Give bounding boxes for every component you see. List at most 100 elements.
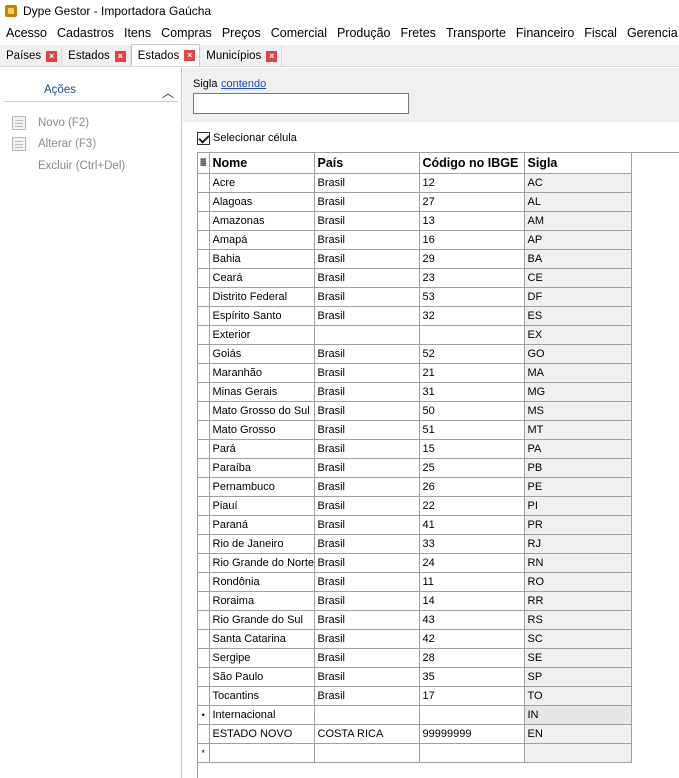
table-cell[interactable]: Espírito Santo [209, 306, 315, 326]
menu-item-0[interactable]: Acesso [0, 26, 52, 40]
table-cell[interactable]: Pará [209, 439, 315, 459]
table-row[interactable]: Espírito Santo Brasil 32 ES [198, 306, 632, 326]
menu-item-4[interactable]: Preços [217, 26, 266, 40]
table-row[interactable]: Santa Catarina Brasil 42 SC [198, 629, 632, 649]
row-indicator[interactable] [198, 534, 210, 554]
table-cell[interactable]: Brasil [314, 667, 420, 687]
table-cell[interactable]: 26 [419, 477, 525, 497]
row-indicator[interactable] [198, 211, 210, 231]
tab-1[interactable]: Estados × [62, 46, 131, 66]
table-row[interactable]: Amazonas Brasil 13 AM [198, 211, 632, 231]
table-cell[interactable]: BA [524, 249, 632, 269]
table-cell[interactable]: PE [524, 477, 632, 497]
chevron-up-icon[interactable]: ︿ [162, 84, 174, 101]
table-cell[interactable]: 42 [419, 629, 525, 649]
table-cell[interactable]: MA [524, 363, 632, 383]
table-cell[interactable]: 16 [419, 230, 525, 250]
table-cell[interactable]: Distrito Federal [209, 287, 315, 307]
table-cell[interactable]: 52 [419, 344, 525, 364]
table-cell[interactable]: 53 [419, 287, 525, 307]
table-cell[interactable]: Brasil [314, 287, 420, 307]
menu-item-7[interactable]: Fretes [396, 26, 441, 40]
table-row[interactable]: Pernambuco Brasil 26 PE [198, 477, 632, 497]
table-cell[interactable]: 27 [419, 192, 525, 212]
close-icon[interactable]: × [266, 50, 278, 62]
table-row[interactable]: ESTADO NOVO COSTA RICA 99999999 EN [198, 724, 632, 744]
close-icon[interactable]: × [46, 50, 58, 62]
table-row[interactable]: Ceará Brasil 23 CE [198, 268, 632, 288]
table-cell[interactable] [524, 743, 632, 763]
table-cell[interactable]: PA [524, 439, 632, 459]
table-row[interactable]: Pará Brasil 15 PA [198, 439, 632, 459]
table-cell[interactable]: Ceará [209, 268, 315, 288]
table-row[interactable]: Piauí Brasil 22 PI [198, 496, 632, 516]
table-cell[interactable]: São Paulo [209, 667, 315, 687]
row-indicator[interactable] [198, 591, 210, 611]
table-row[interactable]: Mato Grosso do Sul Brasil 50 MS [198, 401, 632, 421]
table-cell[interactable]: Rio de Janeiro [209, 534, 315, 554]
table-cell[interactable]: Paraná [209, 515, 315, 535]
row-indicator[interactable] [198, 287, 210, 307]
table-cell[interactable]: 15 [419, 439, 525, 459]
column-header[interactable]: Sigla [524, 153, 632, 174]
table-cell[interactable]: Amapá [209, 230, 315, 250]
table-cell[interactable]: 12 [419, 173, 525, 193]
table-cell[interactable] [209, 743, 315, 763]
menu-item-6[interactable]: Produção [332, 26, 396, 40]
table-cell[interactable]: Minas Gerais [209, 382, 315, 402]
table-row[interactable]: • Internacional IN [198, 705, 632, 725]
select-cell-checkbox[interactable] [197, 131, 210, 145]
column-chooser-icon[interactable]: ≣ [198, 153, 210, 174]
row-indicator[interactable] [198, 610, 210, 630]
edit-button[interactable]: Alterar (F3) [12, 135, 96, 153]
table-row[interactable]: São Paulo Brasil 35 SP [198, 667, 632, 687]
table-row[interactable]: Mato Grosso Brasil 51 MT [198, 420, 632, 440]
table-cell[interactable] [314, 705, 420, 725]
table-cell[interactable]: RO [524, 572, 632, 592]
row-indicator[interactable] [198, 230, 210, 250]
states-grid[interactable]: ≣ Nome País Código no IBGE Sigla Acre Brasil 1… [197, 152, 679, 778]
table-cell[interactable]: CE [524, 268, 632, 288]
table-row[interactable]: Tocantins Brasil 17 TO [198, 686, 632, 706]
table-cell[interactable]: 11 [419, 572, 525, 592]
table-cell[interactable] [314, 325, 420, 345]
menu-item-9[interactable]: Financeiro [511, 26, 579, 40]
menu-item-5[interactable]: Comercial [266, 26, 332, 40]
table-cell[interactable]: Brasil [314, 648, 420, 668]
tab-0[interactable]: Países × [0, 46, 63, 66]
table-cell[interactable]: Brasil [314, 382, 420, 402]
row-indicator[interactable] [198, 724, 210, 744]
table-cell[interactable]: 41 [419, 515, 525, 535]
table-cell[interactable]: 35 [419, 667, 525, 687]
table-cell[interactable]: 24 [419, 553, 525, 573]
row-indicator[interactable] [198, 344, 210, 364]
table-cell[interactable]: Brasil [314, 420, 420, 440]
table-row[interactable]: Acre Brasil 12 AC [198, 173, 632, 193]
sigla-filter-input[interactable] [193, 93, 409, 114]
new-button[interactable]: Novo (F2) [12, 114, 89, 132]
table-cell[interactable]: 22 [419, 496, 525, 516]
table-cell[interactable]: Amazonas [209, 211, 315, 231]
tab-3[interactable]: Municípios × [200, 46, 283, 66]
table-cell[interactable]: PB [524, 458, 632, 478]
table-cell[interactable]: Alagoas [209, 192, 315, 212]
table-cell[interactable]: EX [524, 325, 632, 345]
row-indicator[interactable] [198, 629, 210, 649]
table-cell[interactable]: Goiás [209, 344, 315, 364]
table-cell[interactable]: 51 [419, 420, 525, 440]
table-cell[interactable]: 13 [419, 211, 525, 231]
table-cell[interactable]: COSTA RICA [314, 724, 420, 744]
table-cell[interactable]: Brasil [314, 515, 420, 535]
table-cell[interactable]: Mato Grosso do Sul [209, 401, 315, 421]
row-indicator[interactable] [198, 439, 210, 459]
row-indicator[interactable] [198, 477, 210, 497]
menu-item-3[interactable]: Compras [156, 26, 217, 40]
table-cell[interactable]: Santa Catarina [209, 629, 315, 649]
row-indicator[interactable] [198, 325, 210, 345]
row-indicator[interactable] [198, 192, 210, 212]
table-cell[interactable]: Brasil [314, 572, 420, 592]
table-cell[interactable]: Bahia [209, 249, 315, 269]
row-indicator[interactable] [198, 382, 210, 402]
table-row[interactable]: Paraná Brasil 41 PR [198, 515, 632, 535]
table-cell[interactable]: Mato Grosso [209, 420, 315, 440]
